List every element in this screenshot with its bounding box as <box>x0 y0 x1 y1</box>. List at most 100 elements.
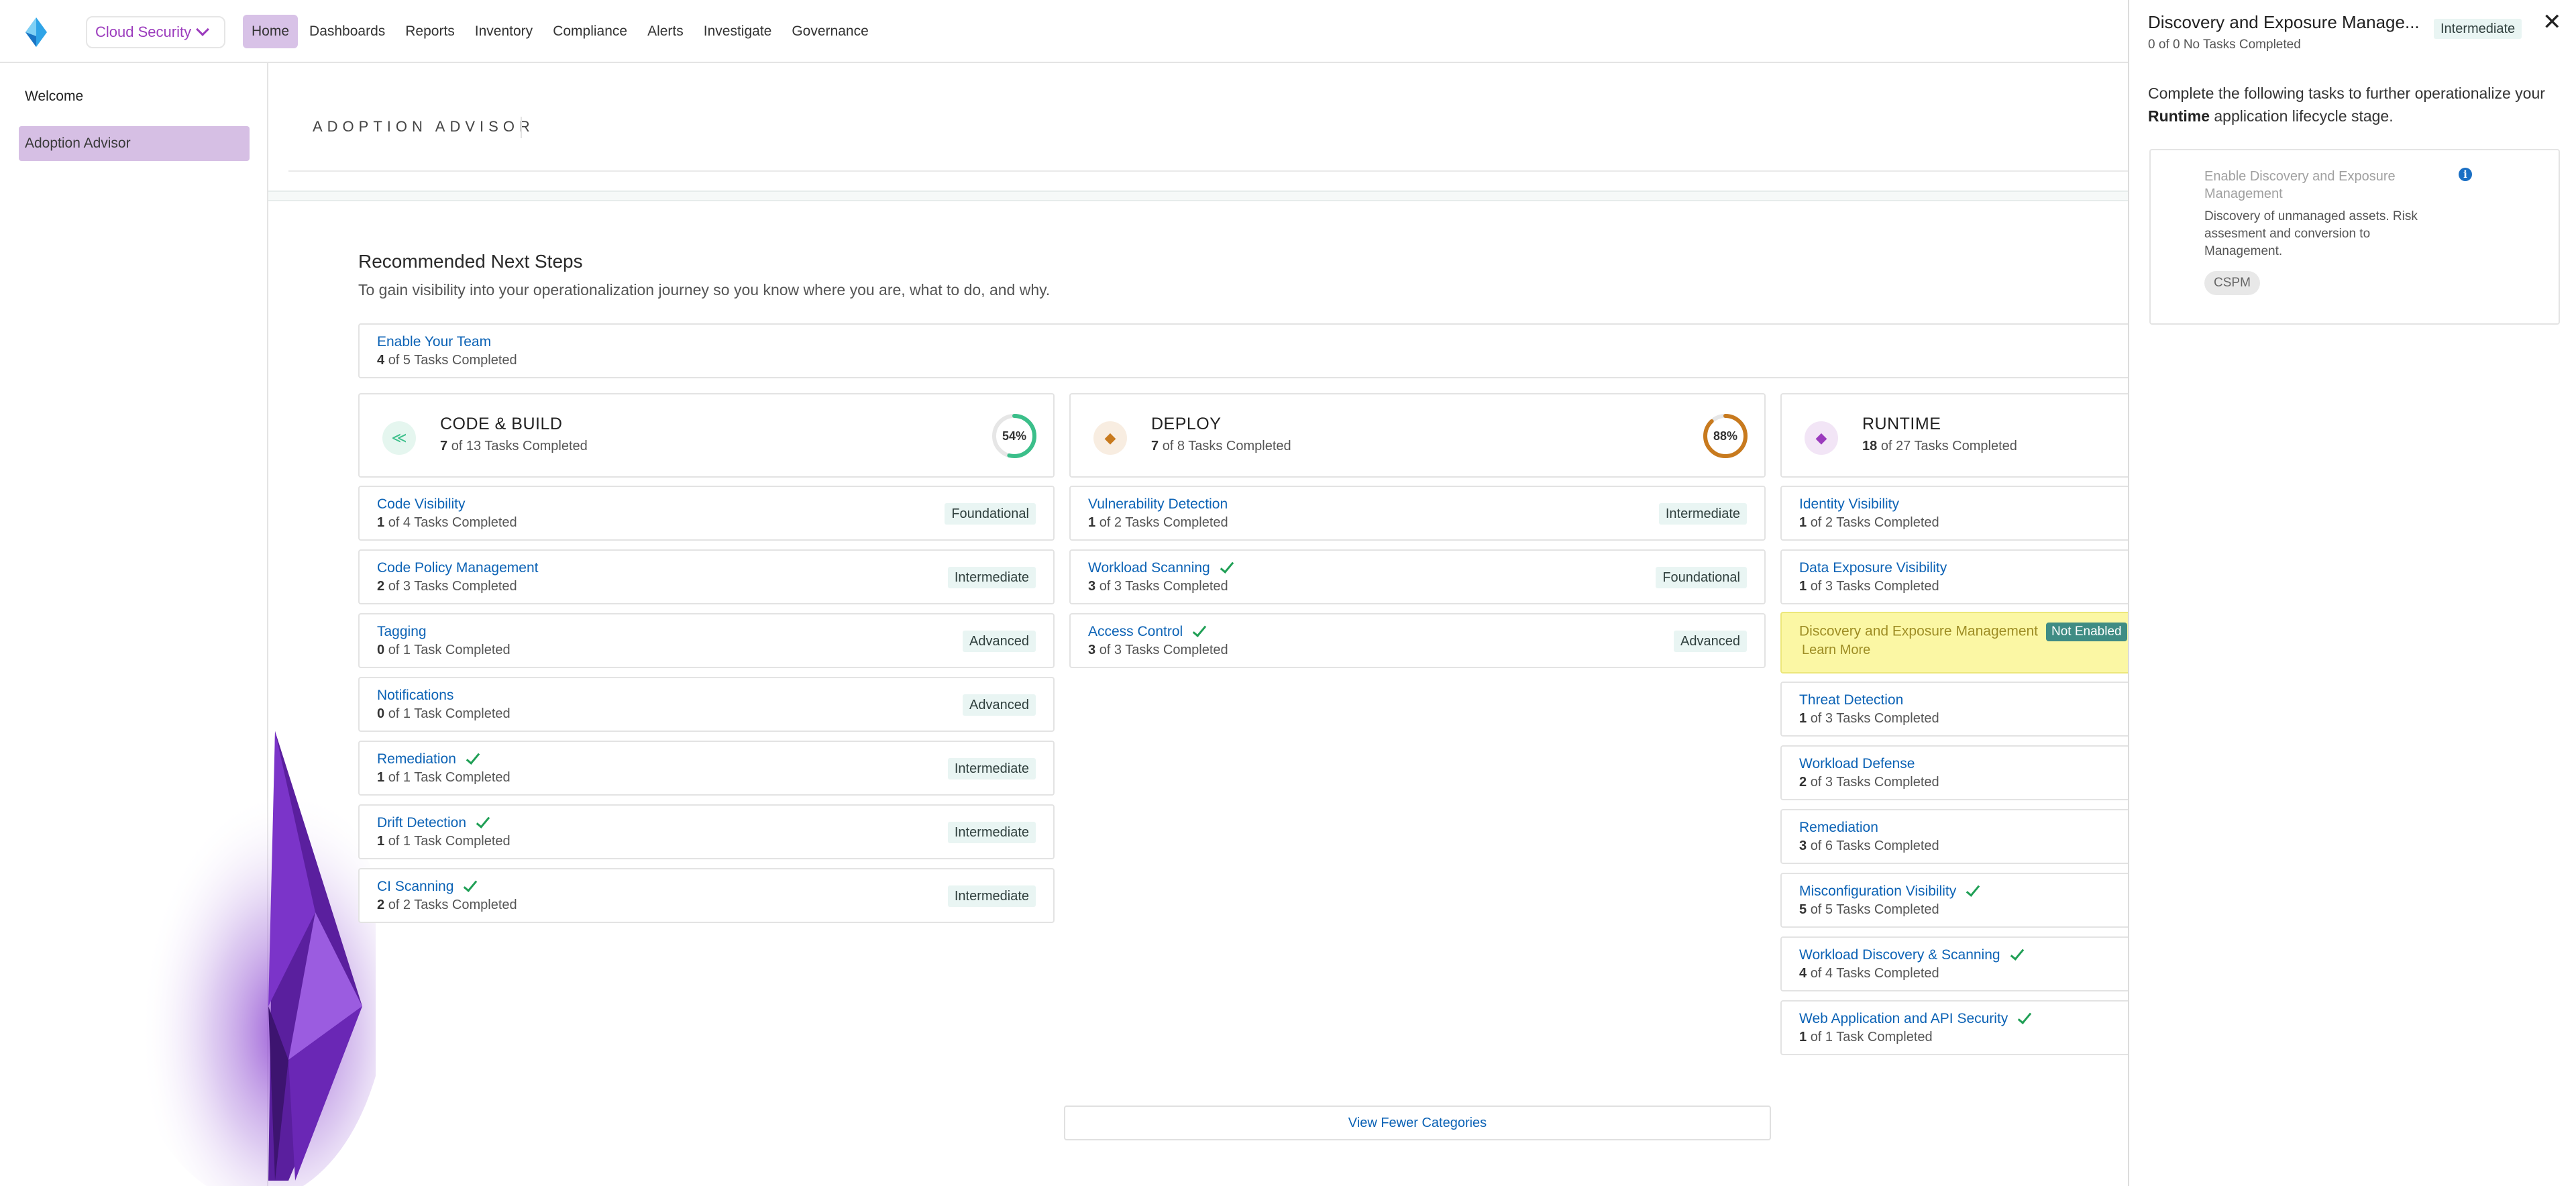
close-icon[interactable]: ✕ <box>2542 11 2562 34</box>
task-level-badge: Intermediate <box>947 758 1036 779</box>
check-icon <box>1220 559 1234 574</box>
task-card-web-application-and-api-security[interactable]: Web Application and API Security 1 of 1 T… <box>1780 1000 2128 1055</box>
page-title: ADOPTION ADVISOR <box>313 118 535 135</box>
chevron-down-icon <box>196 23 209 36</box>
task-card-misconfiguration-visibility[interactable]: Misconfiguration Visibility 5 of 5 Tasks … <box>1780 873 2128 928</box>
task-progress: 1 of 2 Tasks Completed <box>1088 515 1228 530</box>
check-icon <box>466 750 480 765</box>
task-title-link[interactable]: CI Scanning <box>377 877 478 895</box>
task-title-link[interactable]: Data Exposure Visibility <box>1799 560 1947 576</box>
task-progress: 5 of 5 Tasks Completed <box>1799 902 1939 917</box>
details-panel: Discovery and Exposure Manage... Interme… <box>2128 0 2576 1186</box>
task-progress: 1 of 3 Tasks Completed <box>1799 579 1939 594</box>
task-title-link[interactable]: Workload Discovery & Scanning <box>1799 946 2024 963</box>
nav-item-dashboards[interactable]: Dashboards <box>301 15 394 48</box>
task-title-link[interactable]: Notifications <box>377 688 453 704</box>
task-title-link[interactable]: Workload Scanning <box>1088 559 1234 576</box>
task-progress: 1 of 3 Tasks Completed <box>1799 711 1939 726</box>
task-title-link[interactable]: Misconfiguration Visibility <box>1799 882 1980 900</box>
task-card-discovery-and-exposure-management[interactable]: Discovery and Exposure Management Not Ena… <box>1780 612 2128 673</box>
task-card-access-control[interactable]: Access Control 3 of 3 Tasks Completed Adva… <box>1069 613 1766 668</box>
product-scope-dropdown[interactable]: Cloud Security <box>86 16 225 48</box>
panel-title: Discovery and Exposure Manage... <box>2148 12 2420 32</box>
panel-task-card[interactable]: Enable Discovery and Exposure Management… <box>2149 149 2560 325</box>
panel-task-tag: CSPM <box>2204 271 2260 295</box>
task-card-ci-scanning[interactable]: CI Scanning 2 of 2 Tasks Completed Interme… <box>358 868 1055 923</box>
task-title-link[interactable]: Remediation <box>377 750 480 767</box>
stage-name: DEPLOY <box>1151 415 1222 433</box>
stage-card-deploy[interactable]: ◆ DEPLOY 7 of 8 Tasks Completed 88% <box>1069 393 1766 478</box>
check-icon <box>464 877 478 893</box>
task-progress: 2 of 2 Tasks Completed <box>377 898 517 912</box>
nav-item-governance[interactable]: Governance <box>783 15 877 48</box>
task-title-link[interactable]: Tagging <box>377 624 427 640</box>
task-title-link[interactable]: Discovery and Exposure Management Not Ena… <box>1799 623 2127 641</box>
task-title-link[interactable]: Remediation <box>1799 820 1878 836</box>
task-card-identity-visibility[interactable]: Identity Visibility 1 of 2 Tasks Complete… <box>1780 486 2128 541</box>
nav-item-alerts[interactable]: Alerts <box>639 15 692 48</box>
stage-card-runtime[interactable]: ◆ RUNTIME 18 of 27 Tasks Completed <box>1780 393 2128 478</box>
stage-runtime-icon: ◆ <box>1805 421 1838 455</box>
learn-more-link[interactable]: Learn More <box>1802 643 1870 658</box>
stage-percent-label: 54% <box>1002 429 1026 443</box>
stage-card-code-build[interactable]: ≪ CODE & BUILD 7 of 13 Tasks Completed 54% <box>358 393 1055 478</box>
task-card-code-policy-management[interactable]: Code Policy Management 2 of 3 Tasks Compl… <box>358 549 1055 604</box>
task-card-remediation[interactable]: Remediation 1 of 1 Task Completed Intermed… <box>358 741 1055 796</box>
main-content: ADOPTION ADVISOR Recommended Next Steps … <box>268 63 2128 1186</box>
sidebar-item-welcome[interactable]: Welcome <box>19 79 250 114</box>
task-level-badge: Foundational <box>945 503 1036 525</box>
task-level-badge: Intermediate <box>947 885 1036 907</box>
nav-item-compliance[interactable]: Compliance <box>544 15 636 48</box>
task-level-badge: Advanced <box>963 694 1036 716</box>
task-card-workload-discovery-scanning[interactable]: Workload Discovery & Scanning 4 of 4 Task… <box>1780 936 2128 991</box>
enable-team-card[interactable]: Enable Your Team 4 of 5 Tasks Completed <box>358 323 2128 378</box>
nav-item-investigate[interactable]: Investigate <box>695 15 781 48</box>
stage-progress-ring: 54% <box>992 414 1036 458</box>
check-icon <box>476 814 490 829</box>
task-title-link[interactable]: Drift Detection <box>377 814 490 831</box>
task-card-threat-detection[interactable]: Threat Detection 1 of 3 Tasks Completed <box>1780 682 2128 737</box>
stage-progress: 7 of 13 Tasks Completed <box>440 439 588 453</box>
task-title-link[interactable]: Workload Defense <box>1799 756 1915 772</box>
nav-item-reports[interactable]: Reports <box>396 15 464 48</box>
enable-team-link[interactable]: Enable Your Team <box>377 334 491 350</box>
panel-level-badge: Intermediate <box>2434 19 2522 39</box>
app-root: Cloud Security Home Dashboards Reports Inve… <box>0 0 2576 1186</box>
task-title-link[interactable]: Threat Detection <box>1799 692 1903 708</box>
task-card-workload-defense[interactable]: Workload Defense 2 of 3 Tasks Completed <box>1780 745 2128 800</box>
panel-task-title: Enable Discovery and Exposure Management <box>2204 169 2396 201</box>
task-title-link[interactable]: Code Visibility <box>377 496 466 513</box>
task-card-remediation[interactable]: Remediation 3 of 6 Tasks Completed <box>1780 809 2128 864</box>
check-icon <box>1966 882 1980 898</box>
task-progress: 2 of 3 Tasks Completed <box>377 579 517 594</box>
stage-progress: 18 of 27 Tasks Completed <box>1862 439 2017 453</box>
panel-task-description: Discovery of unmanaged assets. Risk asse… <box>2204 209 2418 258</box>
top-navigation: Cloud Security Home Dashboards Reports Inve… <box>0 0 2128 63</box>
nav-item-inventory[interactable]: Inventory <box>466 15 541 48</box>
section-title: Recommended Next Steps <box>358 251 583 272</box>
task-title-link[interactable]: Web Application and API Security <box>1799 1010 2032 1027</box>
info-icon[interactable]: i <box>2459 168 2472 181</box>
task-level-badge: Intermediate <box>947 822 1036 843</box>
task-level-badge: Advanced <box>963 631 1036 652</box>
header-divider <box>288 170 2128 172</box>
view-fewer-categories-button[interactable]: View Fewer Categories <box>1064 1106 1771 1140</box>
task-card-tagging[interactable]: Tagging 0 of 1 Task Completed Advanced <box>358 613 1055 668</box>
task-title-link[interactable]: Access Control <box>1088 623 1207 640</box>
task-card-vulnerability-detection[interactable]: Vulnerability Detection 1 of 2 Tasks Comp… <box>1069 486 1766 541</box>
task-title-link[interactable]: Code Policy Management <box>377 560 538 576</box>
task-card-drift-detection[interactable]: Drift Detection 1 of 1 Task Completed Inte… <box>358 804 1055 859</box>
task-title-link[interactable]: Vulnerability Detection <box>1088 496 1228 513</box>
logo-icon[interactable] <box>23 16 50 48</box>
nav-item-home[interactable]: Home <box>243 15 299 48</box>
task-progress: 1 of 1 Task Completed <box>377 834 511 849</box>
sidebar-item-adoption-advisor[interactable]: Adoption Advisor <box>19 126 250 161</box>
task-title-link[interactable]: Identity Visibility <box>1799 496 1899 513</box>
task-card-data-exposure-visibility[interactable]: Data Exposure Visibility 1 of 3 Tasks Com… <box>1780 549 2128 604</box>
task-level-badge: Advanced <box>1674 631 1747 652</box>
task-progress: 1 of 4 Tasks Completed <box>377 515 517 530</box>
task-progress: 1 of 1 Task Completed <box>1799 1030 1933 1044</box>
task-card-workload-scanning[interactable]: Workload Scanning 3 of 3 Tasks Completed F… <box>1069 549 1766 604</box>
task-card-code-visibility[interactable]: Code Visibility 1 of 4 Tasks Completed Fou… <box>358 486 1055 541</box>
task-card-notifications[interactable]: Notifications 0 of 1 Task Completed Advanc… <box>358 677 1055 732</box>
